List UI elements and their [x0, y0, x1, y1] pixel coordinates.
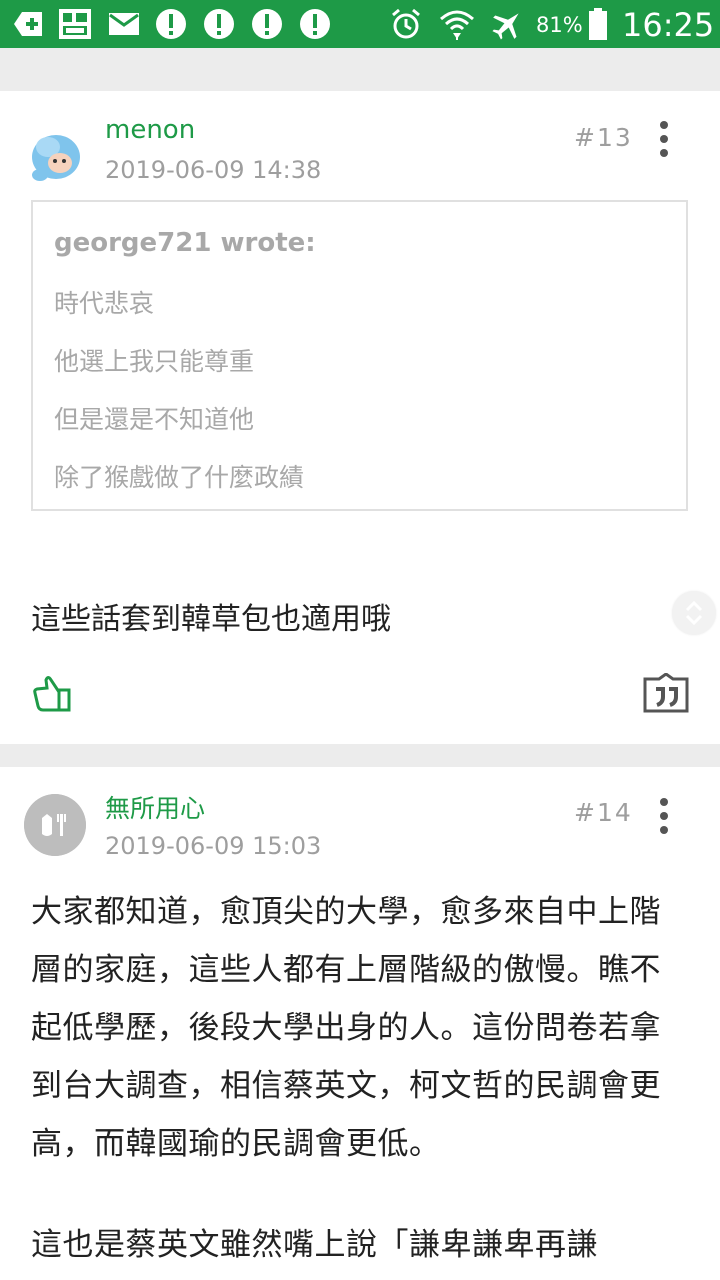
battery-icon	[588, 8, 608, 40]
scroll-handle[interactable]	[672, 591, 716, 635]
quote-line: 時代悲哀	[54, 289, 155, 318]
alert-icon	[251, 9, 283, 39]
floor-number: #14	[574, 798, 633, 827]
post-timestamp: 2019-06-09 15:03	[105, 832, 322, 860]
post-body: 大家都知道，愈頂尖的大學，愈多來自中上階層的家庭，這些人都有上層階級的傲慢。瞧不…	[31, 894, 661, 1162]
email-notification-icon	[108, 9, 140, 39]
floor-number: #13	[574, 123, 633, 152]
post-body-continued: 這也是蔡英文雖然嘴上說「謙卑謙卑再謙	[31, 1227, 598, 1263]
post-timestamp: 2019-06-09 14:38	[105, 156, 322, 184]
post-card: menon 2019-06-09 14:38 #13 george721 wro…	[0, 91, 720, 744]
add-notification-icon	[13, 9, 45, 39]
quote-line: 但是還是不知道他	[54, 405, 255, 434]
avatar[interactable]	[24, 794, 86, 856]
more-options-icon[interactable]	[652, 798, 676, 834]
like-icon[interactable]	[32, 672, 72, 714]
quote-reply-icon[interactable]	[643, 672, 689, 713]
author-name[interactable]: menon	[105, 115, 195, 145]
alarm-icon	[389, 8, 423, 39]
alert-icon	[299, 9, 331, 39]
wifi-icon	[438, 9, 476, 40]
previous-post-divider	[0, 48, 720, 68]
avatar[interactable]	[24, 127, 86, 189]
post-body: 這些話套到韓草包也適用哦	[31, 602, 391, 637]
airplane-mode-icon	[491, 9, 525, 40]
quote-line: 他選上我只能尊重	[54, 347, 255, 376]
status-bar: 81% 16:25	[0, 0, 720, 48]
quote-line: 除了猴戲做了什麼政績	[54, 463, 305, 492]
more-options-icon[interactable]	[652, 121, 676, 157]
alert-icon	[203, 9, 235, 39]
clock: 16:25	[622, 6, 715, 44]
quote-block: george721 wrote: 時代悲哀 他選上我只能尊重 但是還是不知道他 …	[31, 200, 688, 511]
quote-author: george721 wrote:	[54, 228, 316, 258]
author-name[interactable]: 無所用心	[105, 789, 205, 825]
alert-icon	[155, 9, 187, 39]
post-card: 無所用心 2019-06-09 15:03 #14 大家都知道，愈頂尖的大學，愈…	[0, 767, 720, 1280]
battery-percentage: 81%	[536, 13, 583, 37]
mms-notification-icon	[58, 9, 92, 39]
